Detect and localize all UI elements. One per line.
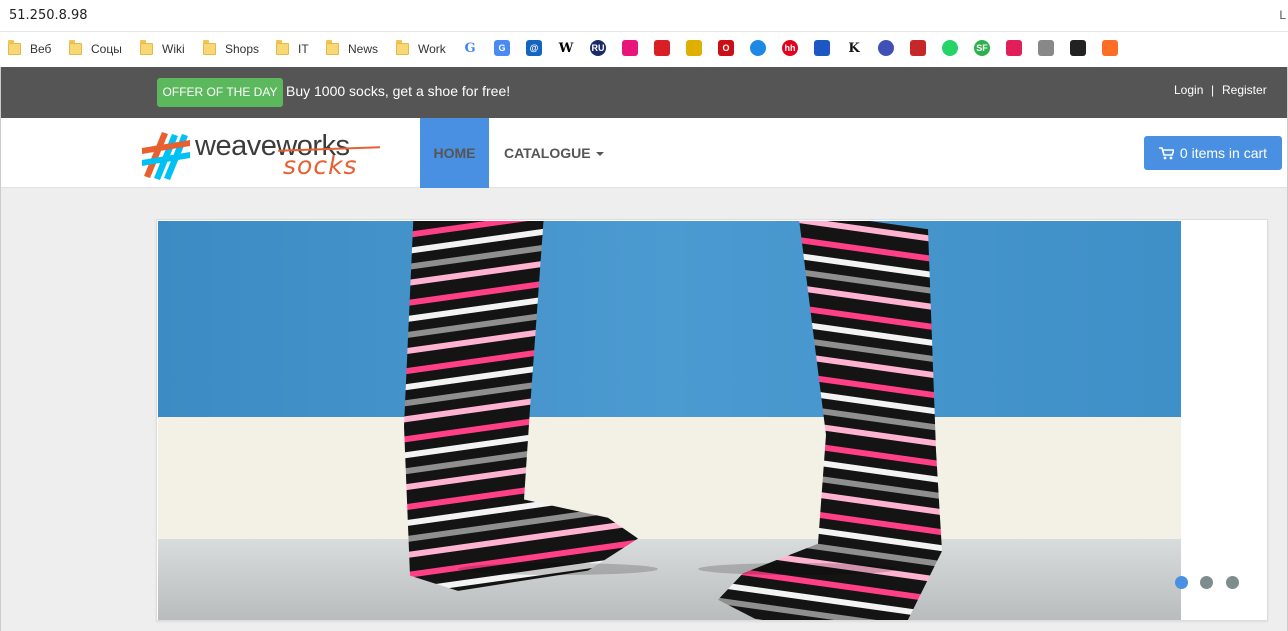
- whatsapp-icon[interactable]: [942, 40, 958, 56]
- catalogue-label: CATALOGUE: [504, 145, 591, 161]
- hh-icon[interactable]: hh: [782, 40, 798, 56]
- planet-icon[interactable]: [878, 40, 894, 56]
- folder-icon: [8, 40, 21, 55]
- main-content: [0, 188, 1288, 631]
- main-navbar: weaveworks socks HOME CATALOGUE 0 items …: [0, 118, 1288, 188]
- login-link[interactable]: Login: [1174, 83, 1203, 97]
- register-link[interactable]: Register: [1222, 83, 1267, 97]
- bookmark-folder-wiki[interactable]: Wiki: [140, 39, 185, 59]
- red-figure-icon[interactable]: [654, 40, 670, 56]
- hero-carousel[interactable]: [156, 219, 1268, 621]
- url-text[interactable]: 51.250.8.98: [9, 8, 88, 23]
- pink-square-icon[interactable]: [622, 40, 638, 56]
- striped-socks-photo: [158, 221, 1181, 620]
- bookmark-folder-work[interactable]: Work: [396, 39, 446, 59]
- bookmark-folder-news[interactable]: News: [326, 39, 378, 59]
- window-left-edge: [0, 67, 1, 631]
- emblem-icon[interactable]: [910, 40, 926, 56]
- slack-icon[interactable]: [1006, 40, 1022, 56]
- caret-down-icon: [595, 152, 604, 157]
- address-bar-edge-glyph: L: [1279, 8, 1286, 22]
- mail-at-icon[interactable]: @: [526, 40, 542, 56]
- flag-ru-icon[interactable]: [814, 40, 830, 56]
- nav-catalogue-dropdown[interactable]: CATALOGUE: [504, 118, 604, 188]
- login-register-separator: |: [1211, 83, 1215, 97]
- carousel-dot-2[interactable]: [1200, 576, 1213, 589]
- bookmark-folder-it[interactable]: IT: [276, 39, 309, 59]
- wikipedia-icon[interactable]: W: [558, 40, 574, 56]
- bookmark-folder-socy[interactable]: Соцы: [69, 39, 122, 59]
- bookmark-folder-veb[interactable]: Веб: [8, 39, 51, 59]
- offer-bar: OFFER OF THE DAY Buy 1000 socks, get a s…: [0, 67, 1288, 118]
- logo-mark-icon: [142, 132, 190, 180]
- offer-text: Buy 1000 socks, get a shoe for free!: [286, 83, 511, 99]
- address-bar[interactable]: 51.250.8.98 L: [0, 0, 1288, 32]
- folder-icon: [140, 40, 153, 55]
- weaveworks-socks-logo[interactable]: weaveworks socks: [140, 124, 385, 184]
- opera-icon[interactable]: O: [718, 40, 734, 56]
- book-icon[interactable]: [1038, 40, 1054, 56]
- cart-icon: [1158, 146, 1174, 159]
- cart-label: 0 items in cart: [1179, 145, 1268, 161]
- bookmarks-bar: Веб Соцы Wiki Shops IT News Work G G @ W RU O…: [0, 32, 1288, 67]
- cart-button[interactable]: 0 items in cart: [1144, 136, 1282, 170]
- gitlab-icon[interactable]: [1102, 40, 1118, 56]
- github-icon[interactable]: [1070, 40, 1086, 56]
- offer-of-the-day-button[interactable]: OFFER OF THE DAY: [157, 78, 283, 107]
- carousel-slide-socks-image: [158, 221, 1181, 620]
- folder-icon: [276, 40, 289, 55]
- google-translate-icon[interactable]: G: [494, 40, 510, 56]
- logo-word-socks: socks: [283, 151, 358, 180]
- bookmark-folder-shops[interactable]: Shops: [203, 39, 259, 59]
- ru-icon[interactable]: RU: [590, 40, 606, 56]
- carousel-dot-1[interactable]: [1175, 576, 1188, 589]
- nav-home-tab[interactable]: HOME: [420, 118, 489, 188]
- carousel-dot-3[interactable]: [1226, 576, 1239, 589]
- google-icon[interactable]: G: [462, 40, 478, 56]
- folder-icon: [396, 40, 409, 55]
- badge-icon[interactable]: [686, 40, 702, 56]
- drop-icon[interactable]: [750, 40, 766, 56]
- sf-icon[interactable]: SF: [974, 40, 990, 56]
- folder-icon: [326, 40, 339, 55]
- k-icon[interactable]: K: [846, 40, 862, 56]
- folder-icon: [69, 40, 82, 55]
- folder-icon: [203, 40, 216, 55]
